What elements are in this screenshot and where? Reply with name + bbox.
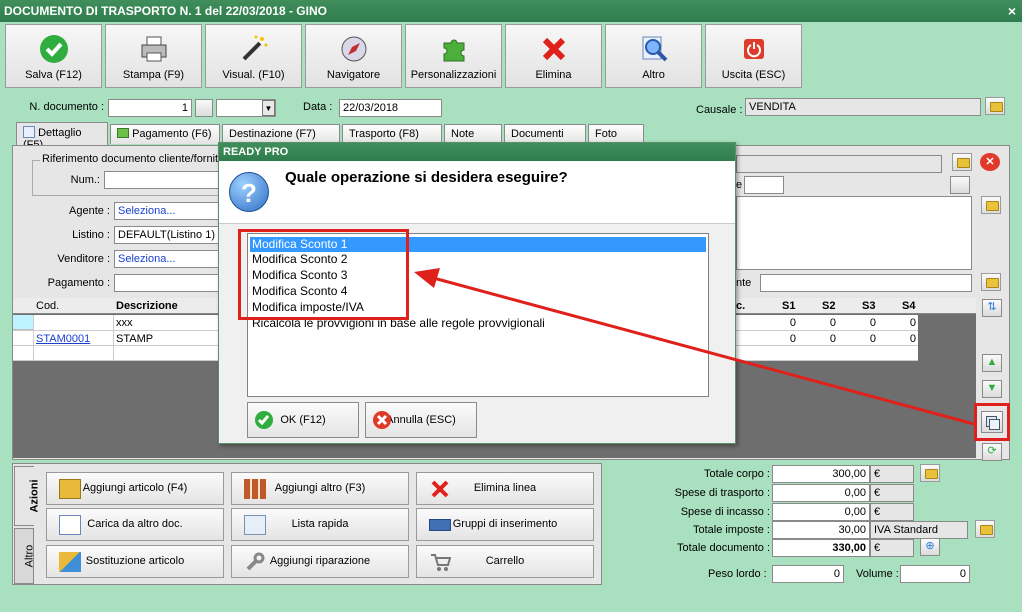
annotation-arrow <box>414 268 975 426</box>
